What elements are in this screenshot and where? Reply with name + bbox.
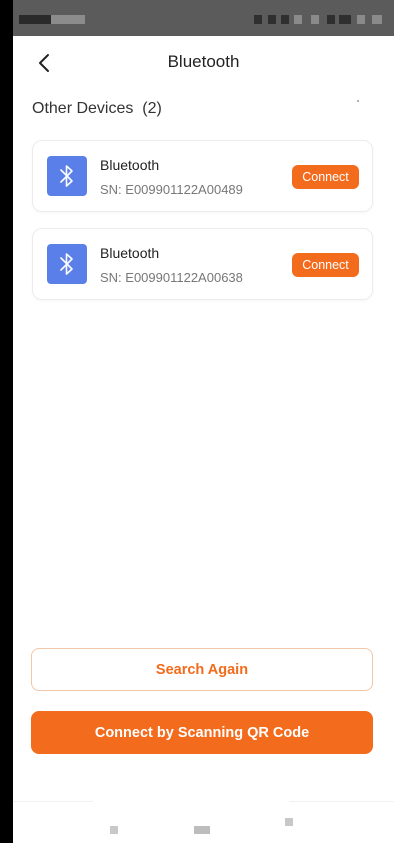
nav-indicator bbox=[110, 826, 118, 834]
status-indicator bbox=[372, 15, 382, 24]
search-again-button[interactable]: Search Again bbox=[31, 648, 373, 691]
status-indicator bbox=[339, 15, 351, 24]
device-card: Bluetooth SN: E009901122A00489 Connect bbox=[32, 140, 373, 212]
status-bar-left-blurred bbox=[19, 15, 51, 24]
bluetooth-icon bbox=[47, 156, 87, 196]
status-indicator bbox=[327, 15, 335, 24]
connect-button[interactable]: Connect bbox=[292, 165, 359, 189]
status-indicator bbox=[294, 15, 302, 24]
section-title: Other Devices (2) bbox=[32, 100, 162, 117]
decorative-dot bbox=[357, 100, 359, 102]
nav-bar: Bluetooth bbox=[13, 36, 394, 90]
status-indicator bbox=[254, 15, 262, 24]
app-screen: Bluetooth Other Devices (2) Bluetooth SN… bbox=[13, 0, 394, 843]
bluetooth-icon bbox=[47, 244, 87, 284]
device-name: Bluetooth bbox=[100, 157, 160, 173]
status-indicator bbox=[281, 15, 289, 24]
device-serial: SN: E009901122A00638 bbox=[100, 270, 243, 285]
connect-button[interactable]: Connect bbox=[292, 253, 359, 277]
page-title: Bluetooth bbox=[167, 52, 240, 71]
status-indicator bbox=[311, 15, 319, 24]
device-name: Bluetooth bbox=[100, 245, 160, 261]
bottom-divider-gap bbox=[93, 798, 289, 804]
status-indicator bbox=[357, 15, 365, 24]
status-bar-left-blurred-2 bbox=[51, 15, 85, 24]
device-serial: SN: E009901122A00489 bbox=[100, 182, 243, 197]
nav-indicator bbox=[194, 826, 210, 834]
nav-indicator bbox=[285, 818, 293, 826]
status-bar bbox=[13, 0, 394, 36]
scan-qr-connect-button[interactable]: Connect by Scanning QR Code bbox=[31, 711, 373, 754]
device-card: Bluetooth SN: E009901122A00638 Connect bbox=[32, 228, 373, 300]
status-indicator bbox=[268, 15, 276, 24]
